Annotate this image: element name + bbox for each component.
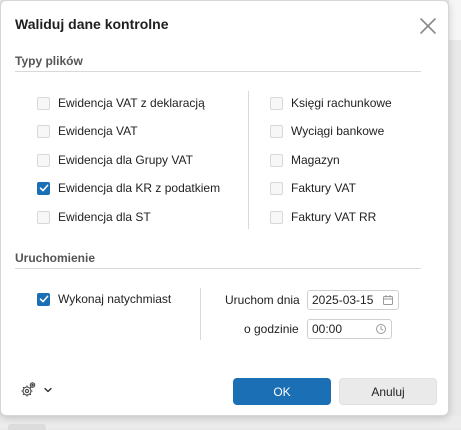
- checkbox-faktury-vat[interactable]: Faktury VAT: [270, 179, 356, 197]
- run-section-label: Uruchomienie: [15, 251, 96, 265]
- checkbox-ewidencja-vat-z-deklaracja[interactable]: Ewidencja VAT z deklaracją: [37, 94, 205, 112]
- checkbox-wyciagi-bankowe[interactable]: Wyciągi bankowe: [270, 122, 384, 140]
- checkbox-box-checked[interactable]: [37, 181, 50, 195]
- ok-button[interactable]: OK: [233, 378, 331, 405]
- checkbox-label: Wykonaj natychmiast: [58, 292, 172, 306]
- background-area: [0, 416, 461, 428]
- settings-menu-button[interactable]: [19, 381, 54, 399]
- checkbox-box[interactable]: [270, 210, 283, 224]
- checkbox-box[interactable]: [270, 153, 283, 167]
- calendar-icon[interactable]: [380, 292, 396, 308]
- checkbox-box[interactable]: [270, 124, 283, 138]
- checkbox-box[interactable]: [37, 210, 50, 224]
- background-tab: [8, 424, 46, 430]
- run-time-field[interactable]: 00:00: [307, 319, 392, 339]
- run-time-value: 00:00: [312, 322, 343, 336]
- checkbox-box[interactable]: [37, 96, 50, 110]
- run-time-label: o godzinie: [244, 322, 299, 336]
- clock-icon[interactable]: [373, 321, 389, 337]
- checkmark-icon: [39, 184, 48, 192]
- checkbox-box[interactable]: [270, 181, 283, 195]
- checkbox-ksiegi-rachunkowe[interactable]: Księgi rachunkowe: [270, 94, 392, 112]
- checkbox-ewidencja-dla-grupy-vat[interactable]: Ewidencja dla Grupy VAT: [37, 151, 193, 169]
- checkbox-label: Ewidencja VAT z deklaracją: [58, 96, 205, 110]
- checkbox-ewidencja-dla-kr-z-podatkiem[interactable]: Ewidencja dla KR z podatkiem: [37, 179, 220, 197]
- checkbox-label: Magazyn: [291, 153, 340, 167]
- checkbox-box[interactable]: [37, 153, 50, 167]
- columns-divider: [248, 91, 249, 229]
- close-button[interactable]: [417, 15, 439, 37]
- checkbox-wykonaj-natychmiast[interactable]: Wykonaj natychmiast: [37, 290, 171, 308]
- checkbox-label: Księgi rachunkowe: [291, 96, 392, 110]
- checkbox-label: Ewidencja dla Grupy VAT: [58, 153, 193, 167]
- checkbox-label: Ewidencja VAT: [58, 124, 138, 138]
- checkbox-faktury-vat-rr[interactable]: Faktury VAT RR: [270, 208, 376, 226]
- checkbox-ewidencja-dla-st[interactable]: Ewidencja dla ST: [37, 208, 151, 226]
- checkmark-icon: [39, 295, 48, 303]
- checkbox-label: Wyciągi bankowe: [291, 124, 385, 138]
- gear-icon: [21, 382, 36, 397]
- checkbox-magazyn[interactable]: Magazyn: [270, 151, 340, 169]
- chevron-down-icon: [44, 387, 52, 393]
- checkbox-label: Faktury VAT: [291, 181, 356, 195]
- run-divider: [15, 268, 421, 269]
- checkbox-ewidencja-vat[interactable]: Ewidencja VAT: [37, 122, 138, 140]
- run-date-value: 2025-03-15: [312, 293, 374, 307]
- checkbox-label: Ewidencja dla KR z podatkiem: [58, 181, 221, 195]
- validate-dialog: Waliduj dane kontrolne Typy plików Ewide…: [0, 0, 449, 416]
- run-date-label: Uruchom dnia: [225, 293, 300, 307]
- file-types-section-label: Typy plików: [15, 54, 83, 68]
- checkbox-box[interactable]: [37, 124, 50, 138]
- file-types-divider: [15, 71, 421, 72]
- run-columns-divider: [200, 288, 201, 340]
- run-date-field[interactable]: 2025-03-15: [307, 290, 399, 310]
- cancel-button[interactable]: Anuluj: [339, 378, 437, 405]
- dialog-title: Waliduj dane kontrolne: [15, 16, 169, 32]
- checkbox-box-checked[interactable]: [37, 292, 50, 306]
- background-window-edge: [449, 0, 461, 40]
- checkbox-label: Faktury VAT RR: [291, 210, 377, 224]
- close-icon: [420, 18, 436, 34]
- checkbox-label: Ewidencja dla ST: [58, 210, 151, 224]
- checkbox-box[interactable]: [270, 96, 283, 110]
